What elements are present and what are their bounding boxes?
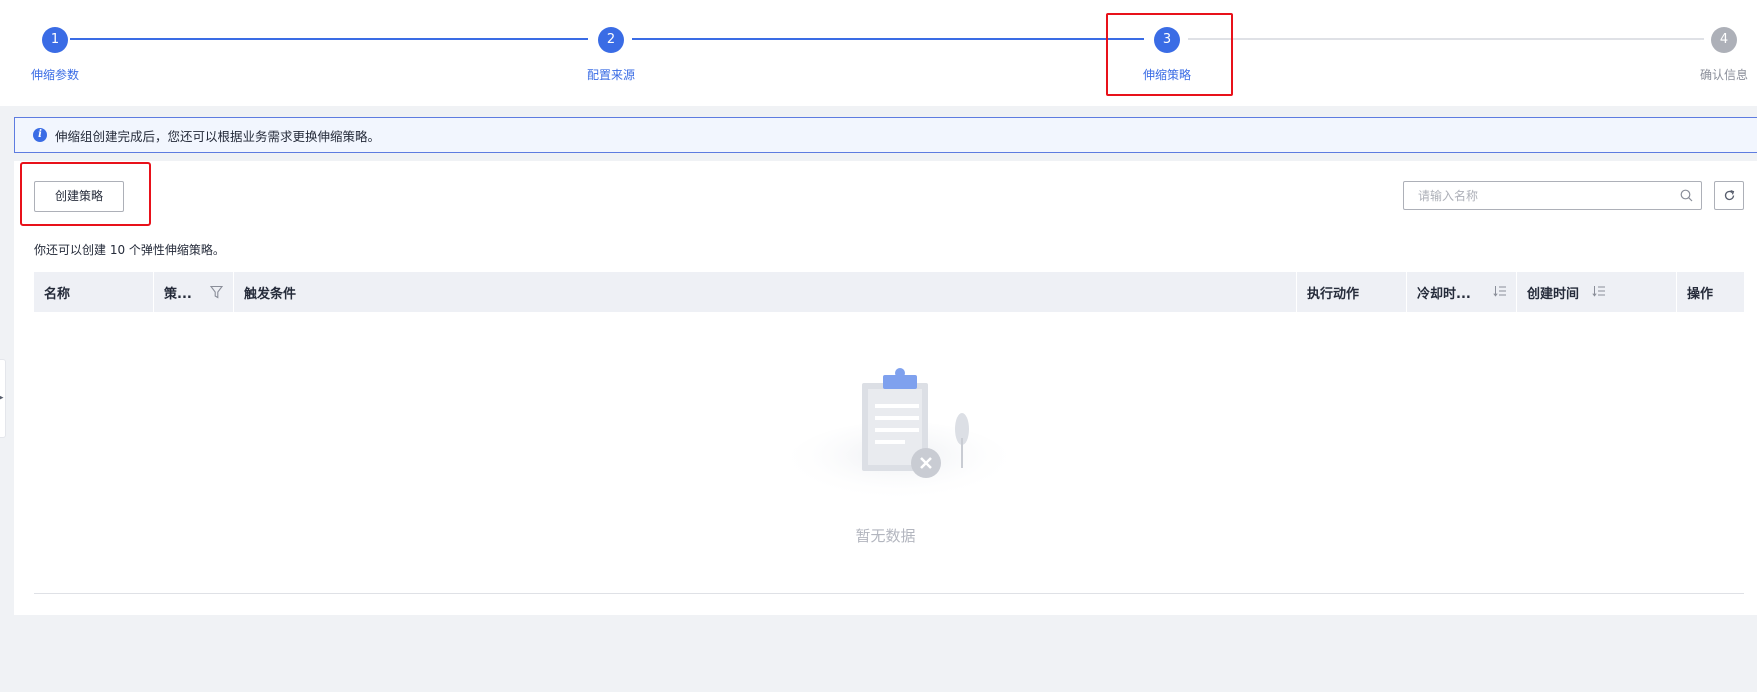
sort-icon[interactable] — [1592, 285, 1606, 297]
search-input[interactable] — [1404, 182, 1674, 209]
empty-clipboard-illustration — [787, 368, 1011, 504]
column-operation: 操作 — [1677, 272, 1744, 312]
column-operation-label: 操作 — [1687, 286, 1714, 302]
column-policy-label: 策... — [164, 286, 192, 302]
step-connector-2-3 — [632, 38, 1144, 40]
policy-panel: 创建策略 你还可以创建 10 个弹性伸缩策略。 名称 策... — [14, 161, 1757, 615]
refresh-icon — [1724, 189, 1735, 201]
step-4-label: 确认信息 — [1699, 68, 1749, 82]
column-created-time-label: 创建时间 — [1527, 286, 1580, 302]
info-icon: i — [33, 128, 47, 142]
table-header: 名称 策... 触发条件 执行动作 冷却时... 创建时间 操作 — [34, 272, 1744, 312]
column-created-time[interactable]: 创建时间 — [1517, 272, 1677, 312]
step-2[interactable]: 2 — [596, 25, 626, 55]
column-name: 名称 — [34, 272, 154, 312]
quota-text: 你还可以创建 10 个弹性伸缩策略。 — [34, 243, 225, 257]
table-bottom-divider — [34, 593, 1744, 594]
column-cooldown[interactable]: 冷却时... — [1407, 272, 1517, 312]
step-2-number: 2 — [598, 27, 624, 53]
search-icon[interactable] — [1680, 189, 1693, 202]
step-4-number: 4 — [1711, 27, 1737, 53]
empty-text: 暂无数据 — [855, 527, 916, 545]
column-trigger-condition-label: 触发条件 — [244, 286, 297, 302]
step-1[interactable]: 1 — [40, 25, 70, 55]
step-4: 4 — [1709, 25, 1739, 55]
step-2-label[interactable]: 配置来源 — [587, 66, 635, 83]
sort-icon[interactable] — [1493, 285, 1507, 297]
step-1-number: 1 — [42, 27, 68, 53]
info-alert: i 伸缩组创建完成后，您还可以根据业务需求更换伸缩策略。 — [14, 117, 1757, 153]
info-text: 伸缩组创建完成后，您还可以根据业务需求更换伸缩策略。 — [55, 128, 381, 144]
create-policy-button[interactable]: 创建策略 — [34, 181, 124, 212]
refresh-button[interactable] — [1714, 181, 1744, 210]
stepper: 1 伸缩参数 2 配置来源 3 伸缩策略 4 确认信息 — [0, 0, 1757, 106]
page: 1 伸缩参数 2 配置来源 3 伸缩策略 4 确认信息 i 伸缩组创建完成后，您… — [0, 0, 1757, 692]
column-action-label: 执行动作 — [1307, 286, 1360, 302]
column-policy: 策... — [154, 272, 234, 312]
step-3-highlight-box — [1106, 13, 1233, 96]
side-collapse-handle[interactable]: ▸ — [0, 359, 6, 438]
column-cooldown-label: 冷却时... — [1417, 286, 1471, 302]
search-box[interactable] — [1403, 181, 1702, 210]
chevron-right-icon: ▸ — [0, 393, 4, 403]
step-1-label[interactable]: 伸缩参数 — [31, 66, 79, 83]
column-action: 执行动作 — [1297, 272, 1407, 312]
column-name-label: 名称 — [44, 286, 71, 302]
step-connector-1-2 — [70, 38, 588, 40]
step-connector-3-4 — [1188, 38, 1704, 40]
column-trigger-condition: 触发条件 — [234, 272, 1297, 312]
filter-icon[interactable] — [210, 285, 223, 299]
